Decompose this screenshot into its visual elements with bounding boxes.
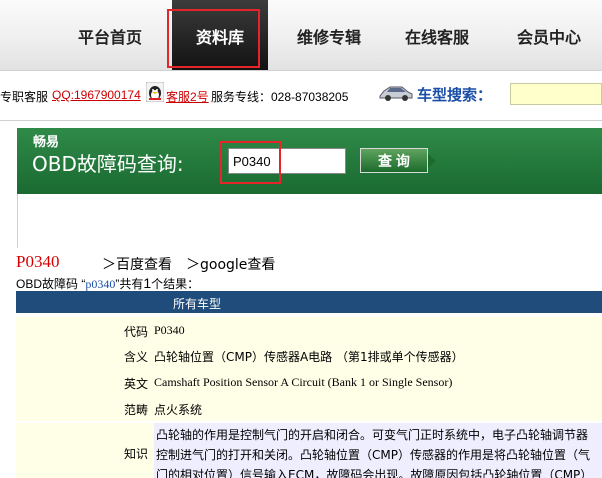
divider xyxy=(0,120,602,121)
left-strip xyxy=(17,194,18,248)
nav-left-gap xyxy=(0,0,55,70)
obd-query-title: OBD故障码查询: xyxy=(32,152,184,176)
summary-keyword: p0340 xyxy=(85,277,116,291)
hotline-text: 服务专线：028-87038205 xyxy=(211,90,349,104)
row-label: 含义 xyxy=(123,350,148,364)
query-button[interactable]: 查 询 xyxy=(360,148,436,173)
baidu-link[interactable]: ＞百度查看 xyxy=(102,254,172,274)
table-header: 所有车型 xyxy=(16,291,602,313)
qq-penguin-icon[interactable] xyxy=(146,82,164,102)
summary-mid: ”共有 xyxy=(115,277,144,291)
contact-prefix: 专职客服 xyxy=(0,90,49,104)
table-row-knowledge: 知识 凸轮轴的作用是控制气门的开启和闭合。可变气门正时系统中，电子凸轮轴调节器控… xyxy=(16,423,602,478)
row-label: 范畴 xyxy=(123,403,148,417)
row-value: Camshaft Position Sensor A Circuit (Bank… xyxy=(154,375,453,389)
nav-item-home[interactable]: 平台首页 xyxy=(62,0,158,70)
table-row-english: 英文 Camshaft Position Sensor A Circuit (B… xyxy=(16,369,602,395)
obd-query-panel: 畅易 OBD故障码查询: P0340 查 询 xyxy=(17,128,602,194)
kefu-link[interactable]: 客服2号 xyxy=(166,88,209,105)
summary-prefix: OBD故障码 “ xyxy=(16,277,86,291)
summary-suffix: 个结果： xyxy=(151,277,200,291)
nav-item-database[interactable]: 资料库 xyxy=(172,0,268,70)
contact-bar: 专职客服 QQ:1967900174 客服2号 服务专线：028-8703820… xyxy=(0,78,602,112)
table-row-code: 代码 P0340 xyxy=(16,317,602,342)
row-label: 英文 xyxy=(123,377,148,391)
row-label: 知识 xyxy=(123,447,148,461)
table-row-category: 范畴 点火系统 xyxy=(16,395,602,421)
table-row-meaning: 含义 凸轮轴位置（CMP）传感器A电路 （第1排或单个传感器） xyxy=(16,342,602,369)
row-value: 点火系统 xyxy=(154,403,203,417)
car-icon xyxy=(379,86,413,101)
result-code-title: P0340 xyxy=(16,252,60,271)
table-header-label: 所有车型 xyxy=(173,297,222,311)
car-search-label: 车型搜索： xyxy=(417,87,493,104)
obd-code-input[interactable]: P0340 xyxy=(228,148,346,174)
row-value: 凸轮轴位置（CMP）传感器A电路 （第1排或单个传感器） xyxy=(154,350,464,364)
row-value: 凸轮轴的作用是控制气门的开启和闭合。可变气门正时系统中，电子凸轮轴调节器控制进气… xyxy=(154,423,602,478)
nav-item-repair[interactable]: 维修专辑 xyxy=(281,0,377,70)
row-value: P0340 xyxy=(154,323,185,337)
qq-link[interactable]: QQ:1967900174 xyxy=(52,88,141,102)
row-label: 代码 xyxy=(123,325,148,339)
google-link[interactable]: ＞google查看 xyxy=(186,254,275,274)
top-nav: 平台首页 资料库 维修专辑 在线客服 会员中心 xyxy=(0,0,602,71)
result-summary: OBD故障码 “p0340”共有1个结果： xyxy=(16,275,199,292)
nav-item-service[interactable]: 在线客服 xyxy=(389,0,485,70)
car-search-input[interactable] xyxy=(510,83,602,105)
nav-item-member[interactable]: 会员中心 xyxy=(501,0,597,70)
summary-count: 1 xyxy=(143,275,152,291)
